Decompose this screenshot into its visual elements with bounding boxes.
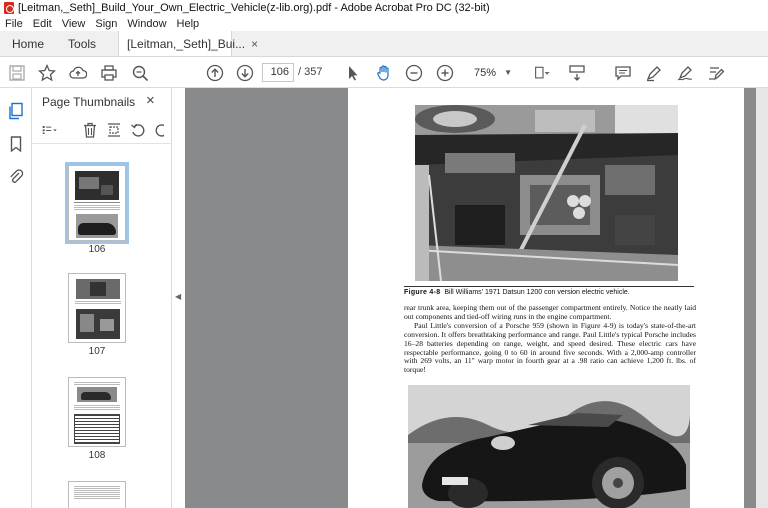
previous-page-icon[interactable] [206, 64, 224, 82]
menu-edit[interactable]: Edit [28, 18, 57, 30]
tab-document[interactable]: [Leitman,_Seth]_Bui... × [118, 31, 258, 56]
delete-page-icon[interactable] [82, 122, 98, 138]
star-icon[interactable] [38, 64, 56, 82]
body-text: rear trunk area, keeping them out of the… [404, 303, 696, 375]
thumbnail-toolbar [32, 118, 172, 144]
cloud-upload-icon[interactable] [69, 64, 87, 82]
rotate-clockwise-icon[interactable] [154, 122, 164, 138]
select-cursor-icon[interactable] [344, 64, 362, 82]
fill-sign-icon[interactable] [707, 64, 725, 82]
thumbnail-photo [75, 171, 119, 200]
engine-compartment-photo [415, 105, 678, 281]
highlight-pen-icon[interactable] [645, 64, 663, 82]
menu-view[interactable]: View [57, 18, 91, 30]
page-total-label: / 357 [298, 66, 323, 78]
paragraph: Paul Little's conversion of a Porsche 95… [404, 320, 696, 375]
rotate-counterclockwise-icon[interactable] [130, 122, 146, 138]
page-number-input[interactable]: 106 [262, 63, 294, 82]
document-canvas[interactable]: Figure 4-8 Bill Williams' 1971 Datsun 12… [185, 88, 756, 508]
thumbnail-page[interactable] [65, 162, 129, 244]
menu-window[interactable]: Window [122, 18, 171, 30]
thumbnail-table [74, 414, 120, 444]
acrobat-app-icon [4, 2, 14, 14]
thumbnail-list: 106 107 108 [32, 145, 160, 508]
figure-label: Figure 4-8 [404, 289, 441, 296]
thumbnail-page[interactable] [68, 481, 126, 508]
thumbnail-item[interactable]: 108 [68, 377, 126, 461]
sign-pen-icon[interactable] [676, 64, 694, 82]
scroll-mode-icon[interactable] [568, 64, 586, 82]
tab-home[interactable]: Home [0, 31, 56, 56]
figure-caption: Figure 4-8 Bill Williams' 1971 Datsun 12… [404, 286, 694, 296]
menu-bar: File Edit View Sign Window Help [0, 16, 768, 31]
menu-help[interactable]: Help [172, 18, 205, 30]
print-icon[interactable] [100, 64, 118, 82]
thumbnail-photo [76, 279, 120, 299]
page-display-icon[interactable] [532, 64, 554, 82]
figure-caption-text: Bill Williams' 1971 Datsun 1200 con vers… [444, 289, 630, 296]
next-page-icon[interactable] [236, 64, 254, 82]
tab-document-label: [Leitman,_Seth]_Bui... [127, 36, 246, 51]
zoom-level-select[interactable]: 75% ▼ [460, 63, 516, 82]
thumbnail-item[interactable] [68, 481, 126, 508]
zoom-level-value: 75% [474, 66, 497, 79]
comment-icon[interactable] [614, 64, 632, 82]
panel-close-icon[interactable]: × [146, 92, 155, 109]
thumbnail-page-number: 106 [88, 244, 106, 255]
left-navigation-rail [0, 88, 32, 508]
extract-page-icon[interactable] [106, 122, 122, 138]
tab-bar: Home Tools [Leitman,_Seth]_Bui... × [0, 31, 768, 57]
zoom-in-icon[interactable] [436, 64, 454, 82]
paragraph: rear trunk area, keeping them out of the… [404, 303, 696, 321]
page-thumbnails-panel: Page Thumbnails × 106 107 108 [32, 88, 198, 508]
thumbnail-page-number: 108 [88, 450, 106, 461]
panel-title: Page Thumbnails [42, 95, 136, 109]
pdf-page: Figure 4-8 Bill Williams' 1971 Datsun 12… [348, 88, 744, 508]
thumbnail-page[interactable] [68, 377, 126, 447]
hand-tool-icon[interactable] [375, 64, 393, 82]
bookmark-icon[interactable] [7, 135, 25, 153]
main-toolbar: 106 / 357 75% ▼ [0, 57, 768, 88]
zoom-search-icon[interactable] [131, 64, 149, 82]
menu-sign[interactable]: Sign [90, 18, 122, 30]
collapse-panel-icon[interactable]: ◀ [175, 292, 181, 301]
thumbnail-page-number: 107 [88, 346, 106, 357]
zoom-out-icon[interactable] [405, 64, 423, 82]
attachment-paperclip-icon[interactable] [7, 168, 25, 186]
window-title: [Leitman,_Seth]_Build_Your_Own_Electric_… [18, 2, 490, 14]
thumbnail-item[interactable]: 107 [68, 273, 126, 357]
tab-close-icon[interactable]: × [251, 37, 258, 51]
page-thumbnails-icon[interactable] [7, 102, 25, 120]
thumbnail-item[interactable]: 106 [65, 162, 129, 255]
chevron-down-icon: ▼ [504, 68, 512, 77]
thumbnail-page[interactable] [68, 273, 126, 343]
thumbnail-photo [76, 309, 120, 339]
title-bar: [Leitman,_Seth]_Build_Your_Own_Electric_… [0, 0, 768, 16]
thumbnail-photo [77, 387, 117, 402]
save-icon[interactable] [8, 64, 26, 82]
menu-file[interactable]: File [0, 18, 28, 30]
right-side-panel-rail [756, 88, 768, 508]
tab-tools[interactable]: Tools [56, 31, 108, 56]
thumbnail-options-icon[interactable] [42, 122, 66, 138]
thumbnail-photo [76, 214, 118, 238]
porsche-photo [408, 385, 690, 508]
